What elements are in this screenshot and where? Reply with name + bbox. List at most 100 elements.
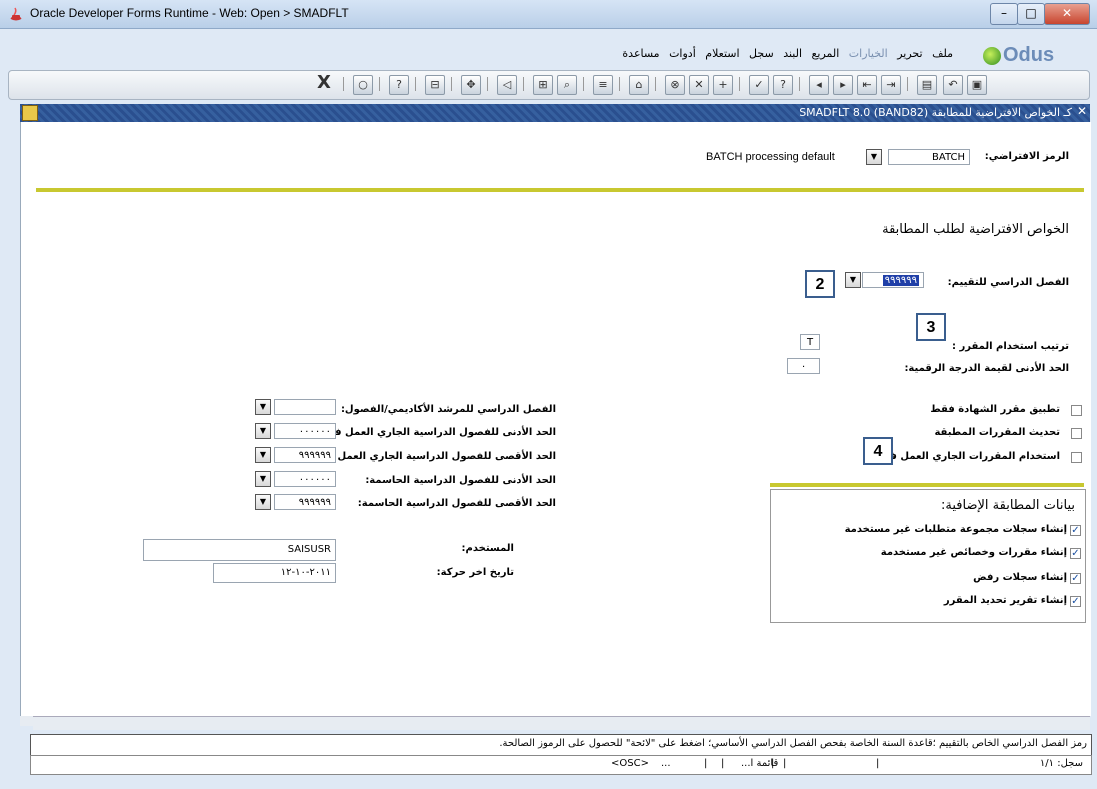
user-label: المستخدم: (461, 543, 514, 554)
delete-record-icon[interactable]: ✕ (689, 75, 709, 95)
enter-query-icon[interactable]: ? (773, 75, 793, 95)
window-titlebar: Oracle Developer Forms Runtime - Web: Op… (0, 0, 1097, 29)
execute-query-icon[interactable]: ✓ (749, 75, 769, 95)
status-bar: سجل: ١/١ | | قائمة ا... | ... | | <OSC> (30, 755, 1092, 775)
min-decisive-field[interactable]: ٠٠٠٠٠٠ (274, 471, 336, 487)
max-in-progress-field[interactable]: ٩٩٩٩٩٩ (274, 447, 336, 463)
form-close-icon[interactable]: ✕ (1077, 104, 1087, 118)
zoom-icon[interactable]: ⌕ (557, 75, 577, 95)
print-icon[interactable]: ▤ (917, 75, 937, 95)
maximize-button[interactable]: □ (1017, 3, 1045, 25)
menu-query[interactable]: استعلام (705, 47, 739, 60)
cb-update-applied-label: تحديث المقررات المطبقة (934, 427, 1060, 438)
eval-term-dropdown[interactable]: ▼ (845, 272, 861, 288)
exit-icon[interactable]: X (315, 74, 333, 93)
extra-report-checkbox[interactable]: ✓ (1070, 596, 1081, 607)
navigate-icon[interactable]: ✥ (461, 75, 481, 95)
form-title: كـ الخواص الافتراضية للمطابقة (SMADFLT 8… (799, 106, 1072, 119)
network-icon[interactable]: ⊟ (425, 75, 445, 95)
menu-help[interactable]: مساعدة (622, 47, 659, 60)
menu-record[interactable]: سجل (749, 47, 774, 60)
insert-record-icon[interactable]: + (713, 75, 733, 95)
edit-field-icon[interactable]: ⊞ (533, 75, 553, 95)
course-usage-field[interactable]: T (800, 334, 820, 350)
user-field[interactable]: SAISUSR (143, 539, 336, 561)
activity-date-label: تاريخ اخر حركة: (436, 567, 514, 578)
min-in-progress-field[interactable]: ٠٠٠٠٠٠ (274, 423, 336, 439)
advisor-term-dropdown[interactable]: ▼ (255, 399, 271, 415)
min-in-progress-dropdown[interactable]: ▼ (255, 423, 271, 439)
clear-record-icon[interactable]: ⊗ (665, 75, 685, 95)
save-icon[interactable]: ▣ (967, 75, 987, 95)
form-canvas (20, 122, 1091, 716)
menu-file[interactable]: ملف (932, 47, 953, 60)
eval-term-value: ٩٩٩٩٩٩ (882, 275, 919, 286)
bulb-icon[interactable]: ○ (353, 75, 373, 95)
eval-term-field[interactable]: ٩٩٩٩٩٩ (862, 272, 924, 288)
left-field-label: الحد الأقصى للفصول الدراسية الحاسمة: (357, 498, 556, 509)
menu-block[interactable]: المريع (812, 47, 840, 60)
status-separator: | (783, 758, 787, 769)
extra-rejection-checkbox[interactable]: ✓ (1070, 573, 1081, 584)
activity-date-field[interactable]: ٢٠١١-١٠-١٢ (213, 563, 336, 583)
extra-rejection-label: إنشاء سجلات رفض (973, 572, 1067, 583)
extra-data-box: بيانات المطابقة الإضافية: إنشاء سجلات مج… (770, 489, 1086, 623)
left-field-label: الحد الأدنى للفصول الدراسية الحاسمة: (365, 475, 556, 486)
cb-certificate-only[interactable] (1071, 405, 1082, 416)
extra-separator (770, 483, 1084, 487)
min-decisive-dropdown[interactable]: ▼ (255, 471, 271, 487)
callout-3: 3 (916, 313, 946, 341)
left-field-label: الحد الأدنى للفصول الدراسية الجاري العمل… (316, 427, 556, 438)
default-code-dropdown[interactable]: ▼ (866, 149, 882, 165)
next-block-icon[interactable]: ⇥ (881, 75, 901, 95)
advisor-term-field[interactable] (274, 399, 336, 415)
status-ellipsis: ... (661, 758, 671, 769)
callout-2: 2 (805, 270, 835, 298)
previous-block-icon[interactable]: ⇤ (857, 75, 877, 95)
max-decisive-field[interactable]: ٩٩٩٩٩٩ (274, 494, 336, 510)
undo-icon[interactable]: ↶ (943, 75, 963, 95)
previous-record-icon[interactable]: ◂ (809, 75, 829, 95)
status-separator: | (704, 758, 708, 769)
extra-unused-groups-checkbox[interactable]: ✓ (1070, 525, 1081, 536)
menu-items: ملف تحرير الخيارات المريع البند سجل استع… (616, 47, 953, 60)
course-usage-label: ترتيب استخدام المقرر : (952, 341, 1069, 352)
horizontal-scrollbar[interactable] (33, 716, 1090, 730)
extra-unused-courses-label: إنشاء مقررات وخصائص غير مستخدمة (880, 547, 1067, 558)
audio-icon[interactable]: ◁ (497, 75, 517, 95)
max-in-progress-dropdown[interactable]: ▼ (255, 447, 271, 463)
list-values-icon[interactable]: ≡ (593, 75, 613, 95)
lock-record-icon[interactable]: ⌂ (629, 75, 649, 95)
status-separator: | (876, 758, 880, 769)
menu-item[interactable]: البند (783, 47, 802, 60)
left-field-label: الحد الأقصى للفصول الدراسية الجاري العمل… (309, 451, 556, 462)
left-field-label: الفصل الدراسي للمرشد الأكاديمي/الفصول: (340, 404, 556, 415)
minimize-button[interactable]: – (990, 3, 1018, 25)
extra-unused-groups-label: إنشاء سجلات مجموعة متطلبات غير مستخدمة (844, 524, 1067, 535)
extra-report-label: إنشاء تقرير تحديد المقرر (943, 595, 1067, 606)
menu-edit[interactable]: تحرير (897, 47, 922, 60)
max-decisive-dropdown[interactable]: ▼ (255, 494, 271, 510)
hint-text: رمز الفصل الدراسي الخاص بالتقييم ؛قاعدة … (499, 738, 1087, 749)
default-code-field[interactable]: BATCH (888, 149, 970, 165)
form-titlebar: كـ الخواص الافتراضية للمطابقة (SMADFLT 8… (20, 104, 1090, 122)
menu-bar: ملف تحرير الخيارات المريع البند سجل استع… (8, 42, 1088, 68)
extra-unused-courses-checkbox[interactable]: ✓ (1070, 548, 1081, 559)
next-record-icon[interactable]: ▸ (833, 75, 853, 95)
menu-tools[interactable]: أدوات (669, 47, 696, 60)
cb-in-progress-label: استخدام المقررات الجاري العمل فيها (875, 451, 1060, 462)
menu-options[interactable]: الخيارات (849, 47, 888, 60)
window-title: Oracle Developer Forms Runtime - Web: Op… (30, 6, 349, 20)
record-indicator: سجل: ١/١ (1039, 758, 1083, 769)
min-grade-field[interactable]: ٠ (787, 358, 820, 374)
status-separator: | (771, 758, 775, 769)
form-icon (22, 105, 38, 121)
cb-update-applied[interactable] (1071, 428, 1082, 439)
cb-in-progress[interactable] (1071, 452, 1082, 463)
callout-4: 4 (863, 437, 893, 465)
extra-data-title: بيانات المطابقة الإضافية: (941, 498, 1075, 513)
osc-indicator: <OSC> (611, 758, 649, 769)
section-separator (36, 188, 1084, 192)
close-button[interactable]: ✕ (1044, 3, 1090, 25)
help-icon[interactable]: ? (389, 75, 409, 95)
